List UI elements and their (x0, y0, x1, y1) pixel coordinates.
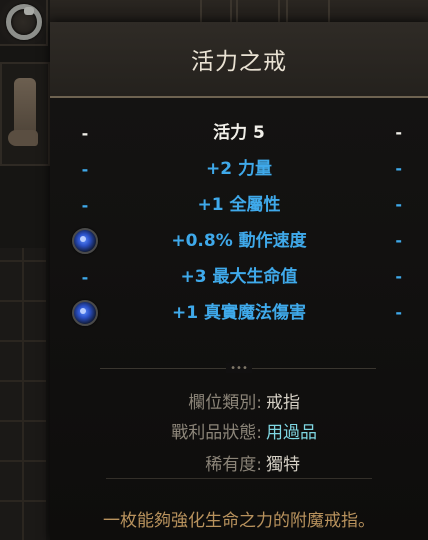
info-row-slot: 欄位類別: 戒指 (50, 390, 428, 416)
stat-text: +1 全屬性 (197, 195, 281, 215)
stat-right-dash: - (395, 123, 402, 142)
info-row-rarity: 稀有度: 獨特 (50, 452, 428, 478)
stat-row: +1 真實魔法傷害 - (50, 298, 428, 328)
slot-label: 欄位類別: (188, 393, 262, 413)
item-tooltip: 活力之戒 - 活力 5 - - +2 力量 - - +1 全屬性 - +0.8%… (50, 22, 428, 540)
stat-right-dash: - (395, 159, 402, 178)
stat-text: 活力 5 (213, 123, 265, 143)
loot-value: 用過品 (266, 423, 317, 443)
boots-icon (8, 78, 38, 146)
stat-row-base: - 活力 5 - (50, 118, 428, 148)
section-divider (106, 478, 372, 479)
divider-dots: ••• (226, 363, 252, 374)
stat-right-dash: - (395, 267, 402, 286)
stat-row: - +2 力量 - (50, 154, 428, 184)
tooltip-body: - 活力 5 - - +2 力量 - - +1 全屬性 - +0.8% 動作速度… (50, 98, 428, 540)
item-description: 一枚能夠強化生命之力的附魔戒指。 (103, 511, 375, 531)
stat-right-dash: - (395, 231, 402, 250)
info-row-loot: 戰利品狀態: 用過品 (50, 420, 428, 446)
ring-icon (6, 4, 42, 40)
inventory-slot-ring[interactable] (0, 0, 48, 46)
stat-text: +2 力量 (206, 159, 272, 179)
tooltip-header: 活力之戒 (50, 22, 428, 98)
slot-value: 戒指 (266, 393, 300, 413)
stat-right-dash: - (395, 303, 402, 322)
stat-text: +3 最大生命值 (180, 267, 298, 287)
inventory-grid[interactable] (0, 248, 46, 540)
stat-row: - +3 最大生命值 - (50, 262, 428, 292)
rarity-value: 獨特 (266, 455, 300, 475)
rarity-label: 稀有度: (205, 455, 262, 475)
stat-text: +1 真實魔法傷害 (172, 303, 306, 323)
loot-label: 戰利品狀態: (171, 423, 262, 443)
item-title: 活力之戒 (191, 49, 287, 75)
stat-text: +0.8% 動作速度 (171, 231, 307, 251)
stat-right-dash: - (395, 195, 402, 214)
inventory-slot-boots[interactable] (0, 62, 50, 166)
stat-row: +0.8% 動作速度 - (50, 226, 428, 256)
stat-row: - +1 全屬性 - (50, 190, 428, 220)
